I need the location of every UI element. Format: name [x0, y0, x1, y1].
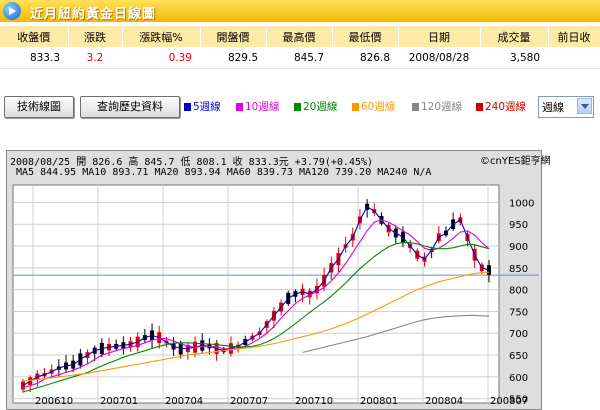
legend-ma60[interactable]: 60週線	[352, 99, 395, 114]
x-tick-label: 200701	[100, 396, 138, 407]
price-chart: 550 600 650 700 750 800 850 900 950 1000 200610 200…	[6, 150, 542, 410]
value-date: 2008/08/28	[398, 47, 480, 69]
legend-ma5-label: 5週線	[193, 101, 221, 113]
header-change-pct: 漲跌幅%	[122, 26, 201, 47]
y-tick-label: 600	[509, 373, 528, 384]
legend-ma20[interactable]: 20週線	[294, 99, 337, 114]
title-bar: 近月紐約黃金日線圖	[0, 0, 600, 22]
y-tick-label: 750	[509, 307, 528, 318]
query-history-button[interactable]: 查詢歷史資料	[80, 96, 180, 118]
chart-plot: 5506006507007508008509009501000200610 200…	[12, 184, 539, 407]
x-tick-label: 200707	[230, 396, 268, 407]
legend-ma10[interactable]: 10週線	[236, 99, 279, 114]
x-tick-label: 200807	[490, 396, 528, 407]
copyright-text: ©cnYES鉅亨網	[480, 156, 551, 167]
ma10-swatch-icon	[236, 103, 243, 111]
play-arrow-icon	[3, 2, 21, 20]
plot-area	[12, 184, 500, 404]
ma60-swatch-icon	[352, 103, 359, 111]
legend-ma240[interactable]: 240週線	[476, 99, 526, 114]
legend-ma120-label: 120週線	[421, 101, 463, 113]
x-tick-label: 200610	[35, 396, 73, 407]
ma5-swatch-icon	[184, 103, 191, 111]
ma120-swatch-icon	[412, 103, 419, 111]
header-date: 日期	[398, 26, 481, 47]
ma20-swatch-icon	[294, 103, 301, 111]
window-title: 近月紐約黃金日線圖	[30, 7, 157, 22]
tech-chart-button[interactable]: 技術線圖	[4, 96, 74, 118]
value-prev-close	[548, 47, 600, 69]
quote-table: 收盤價 漲跌 漲跌幅% 開盤價 最高價 最低價 日期 成交量 前日收 833.3…	[0, 26, 600, 69]
header-close: 收盤價	[0, 26, 69, 47]
y-tick-label: 850	[509, 264, 528, 275]
header-high: 最高價	[266, 26, 333, 47]
legend-ma120[interactable]: 120週線	[412, 99, 462, 114]
y-tick-label: 700	[509, 329, 528, 340]
quote-header-row: 收盤價 漲跌 漲跌幅% 開盤價 最高價 最低價 日期 成交量 前日收	[0, 26, 600, 47]
legend-ma5[interactable]: 5週線	[184, 99, 221, 114]
legend-ma20-label: 20週線	[303, 101, 338, 113]
chart-ma-info: MA5 844.95 MA10 893.71 MA20 893.94 MA60 …	[16, 167, 432, 178]
x-tick-label: 200710	[295, 396, 333, 407]
chart-toolbar: 技術線圖 查詢歷史資料 5週線 10週線 20週線 60週線 120週線 240…	[4, 96, 600, 118]
value-low: 826.8	[332, 47, 398, 69]
chart-ohlc-info: 2008/08/25 開 826.6 高 845.7 低 808.1 收 833…	[10, 157, 374, 168]
header-change: 漲跌	[68, 26, 123, 47]
value-change-pct: 0.39	[122, 47, 200, 69]
x-tick-label: 200804	[425, 396, 463, 407]
header-volume: 成交量	[480, 26, 549, 47]
value-volume: 3,580	[480, 47, 548, 69]
value-open: 829.5	[200, 47, 266, 69]
y-tick-label: 900	[509, 242, 528, 253]
y-tick-label: 800	[509, 286, 528, 297]
ma240-swatch-icon	[476, 103, 483, 111]
period-select[interactable]: 週線	[538, 96, 594, 118]
period-select-value: 週線	[542, 101, 564, 114]
y-tick-label: 1000	[509, 198, 534, 209]
y-tick-label: 650	[509, 351, 528, 362]
value-close: 833.3	[0, 47, 68, 69]
header-open: 開盤價	[200, 26, 267, 47]
legend-ma10-label: 10週線	[245, 101, 280, 113]
y-tick-label: 950	[509, 220, 528, 231]
header-prev-close: 前日收	[548, 26, 600, 47]
value-change: 3.2	[68, 47, 122, 69]
value-high: 845.7	[266, 47, 332, 69]
chevron-down-icon[interactable]	[577, 98, 592, 114]
header-low: 最低價	[332, 26, 399, 47]
quote-value-row: 833.3 3.2 0.39 829.5 845.7 826.8 2008/08…	[0, 47, 600, 69]
legend-ma240-label: 240週線	[485, 101, 527, 113]
x-tick-label: 200704	[165, 396, 203, 407]
legend-ma60-label: 60週線	[361, 101, 396, 113]
x-tick-label: 200801	[360, 396, 398, 407]
